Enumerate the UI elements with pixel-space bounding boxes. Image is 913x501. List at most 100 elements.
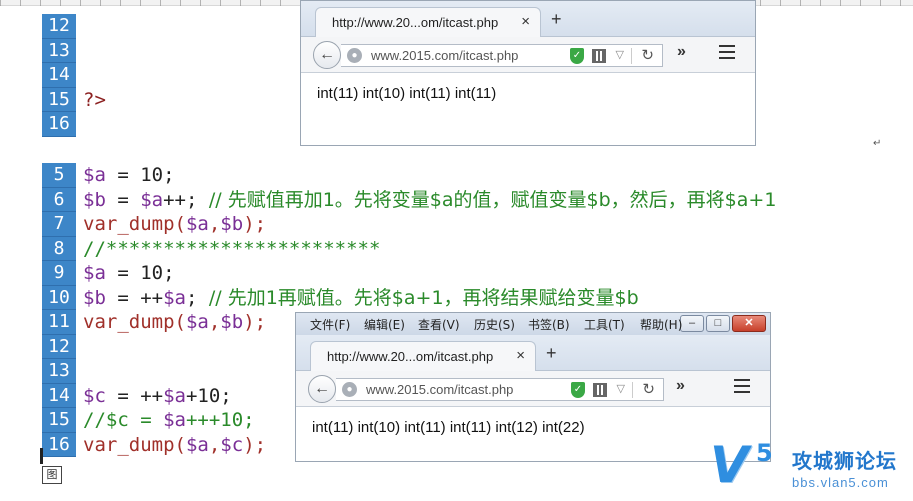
- code-text[interactable]: var_dump($a,$c);: [83, 433, 266, 458]
- menu-item[interactable]: 历史(S): [474, 316, 515, 333]
- code-token-fn: ,: [208, 433, 221, 456]
- watermark-title: 攻城狮论坛: [792, 449, 897, 473]
- code-token-var: $a: [163, 384, 186, 407]
- php-output: int(11) int(10) int(11) int(11) int(12) …: [312, 419, 585, 436]
- code-token-var: $a: [185, 311, 209, 333]
- line-number: 14: [42, 383, 76, 408]
- code-token-op: ++;: [163, 188, 209, 211]
- address-bar[interactable]: ● www.2015.com/itcast.php ✓ ▽ ↻: [336, 378, 664, 401]
- maximize-button[interactable]: □: [706, 315, 730, 332]
- code-token-fn: var_dump(: [83, 213, 186, 235]
- nav-bar: ← ● www.2015.com/itcast.php ✓ ▽ ↻ »: [301, 37, 755, 73]
- page-content: int(11) int(10) int(11) int(11): [301, 73, 755, 114]
- tab-strip: http://www.20...om/itcast.php × +: [301, 1, 755, 37]
- tab-title: http://www.20...om/itcast.php: [332, 15, 499, 30]
- code-token-comment: //$c =: [83, 409, 164, 431]
- new-tab-button[interactable]: +: [546, 343, 557, 364]
- line-number: 8: [42, 236, 76, 261]
- line-number: 15: [42, 87, 76, 112]
- new-tab-button[interactable]: +: [551, 9, 562, 30]
- menu-item[interactable]: 文件(F): [310, 316, 350, 333]
- divider: [632, 382, 633, 398]
- code-token-op: = 10;: [105, 164, 175, 186]
- code-text[interactable]: var_dump($a,$b);: [83, 212, 266, 237]
- line-number: 15: [42, 408, 76, 433]
- code-text[interactable]: $b = ++$a; // 先加1再赋值。先将$a+1，再将结果赋给变量$b: [83, 286, 639, 311]
- watermark-logo: V: [710, 436, 749, 494]
- code-token-fn: );: [243, 311, 267, 333]
- line-number: 11: [42, 310, 76, 335]
- code-text[interactable]: $c = ++$a+10;: [83, 384, 232, 409]
- minimize-button[interactable]: –: [680, 315, 704, 332]
- menu-item[interactable]: 书签(B): [528, 316, 570, 333]
- code-token-var: $b: [83, 286, 106, 309]
- overflow-chevron-icon[interactable]: »: [676, 377, 685, 395]
- code-token-op: = ++: [105, 286, 164, 309]
- menu-item[interactable]: 工具(T): [584, 316, 625, 333]
- code-token-var: $b: [220, 213, 244, 235]
- line-number: 16: [42, 432, 76, 457]
- watermark-url: bbs.vlan5.com: [792, 475, 889, 490]
- nav-bar: ← ● www.2015.com/itcast.php ✓ ▽ ↻ »: [296, 371, 770, 407]
- browser-tab[interactable]: http://www.20...om/itcast.php ×: [310, 341, 536, 371]
- code-text[interactable]: $b = $a++; // 先赋值再加1。先将变量$a的值，赋值变量$b，然后，…: [83, 188, 776, 213]
- site-watermark: V 5 攻城狮论坛 bbs.vlan5.com: [706, 437, 911, 497]
- back-button[interactable]: ←: [313, 41, 341, 69]
- shield-icon[interactable]: ✓: [571, 382, 585, 398]
- code-token-op: ;: [185, 286, 209, 309]
- code-token-comment: //************************: [83, 237, 381, 260]
- code-text[interactable]: ?>: [83, 88, 106, 113]
- dropdown-icon[interactable]: ▽: [616, 48, 624, 61]
- reload-icon[interactable]: ↻: [641, 46, 654, 64]
- menu-bar: – □ ✕ 文件(F) 编辑(E) 查看(V) 历史(S) 书签(B) 工具(T) 帮助(H…: [296, 313, 770, 335]
- back-button[interactable]: ←: [308, 375, 336, 403]
- code-token-var: $c: [220, 433, 244, 456]
- line-number: 13: [42, 359, 76, 384]
- browser-window-1: http://www.20...om/itcast.php × + ← ● ww…: [300, 0, 756, 146]
- close-button[interactable]: ✕: [732, 315, 766, 332]
- shield-icon[interactable]: ✓: [570, 48, 584, 64]
- code-text[interactable]: $a = 10;: [83, 261, 175, 286]
- menu-item[interactable]: 编辑(E): [364, 316, 405, 333]
- menu-hamburger-icon[interactable]: [734, 379, 750, 393]
- code-text[interactable]: //$c = $a+++10;: [83, 408, 255, 433]
- menu-item[interactable]: 帮助(H): [640, 316, 682, 333]
- line-number: 5: [42, 163, 76, 188]
- code-token-fn: );: [243, 433, 267, 456]
- paste-options-icon[interactable]: 图: [42, 466, 62, 484]
- line-number: 12: [42, 334, 76, 359]
- menu-item[interactable]: 查看(V): [418, 316, 460, 333]
- globe-icon: ●: [342, 382, 357, 397]
- line-number: 16: [42, 112, 76, 137]
- code-token-comment: +++10;: [185, 409, 255, 431]
- code-token-var: $a: [163, 409, 186, 431]
- qr-code-icon[interactable]: [593, 383, 607, 397]
- qr-code-icon[interactable]: [592, 49, 606, 63]
- paragraph-return-mark: ↵: [873, 138, 882, 149]
- code-token-comment: // 先加1再赋值。先将$a+1，再将结果赋给变量$b: [208, 286, 639, 309]
- url-text: www.2015.com/itcast.php: [371, 48, 519, 63]
- code-token-op: +10;: [185, 384, 232, 407]
- menu-hamburger-icon[interactable]: [719, 45, 735, 59]
- code-token-op: = 10;: [105, 262, 175, 284]
- code-token-var: $a: [83, 262, 106, 284]
- overflow-chevron-icon[interactable]: »: [677, 43, 686, 61]
- code-token-php: ?>: [83, 88, 106, 111]
- browser-tab[interactable]: http://www.20...om/itcast.php ×: [315, 7, 541, 37]
- address-bar[interactable]: ● www.2015.com/itcast.php ✓ ▽ ↻: [341, 44, 663, 67]
- code-text[interactable]: //************************: [83, 237, 380, 262]
- dropdown-icon[interactable]: ▽: [617, 382, 625, 395]
- line-number: 14: [42, 63, 76, 88]
- code-text[interactable]: var_dump($a,$b);: [83, 310, 266, 335]
- divider: [631, 48, 632, 64]
- text-cursor: [40, 448, 43, 464]
- tab-close-icon[interactable]: ×: [521, 13, 530, 30]
- reload-icon[interactable]: ↻: [642, 380, 655, 398]
- code-token-fn: );: [243, 213, 267, 235]
- code-token-var: $a: [185, 433, 209, 456]
- line-number: 12: [42, 14, 76, 39]
- code-text[interactable]: $a = 10;: [83, 163, 175, 188]
- globe-icon: ●: [347, 48, 362, 63]
- code-token-var: $a: [140, 188, 164, 211]
- tab-close-icon[interactable]: ×: [516, 347, 525, 364]
